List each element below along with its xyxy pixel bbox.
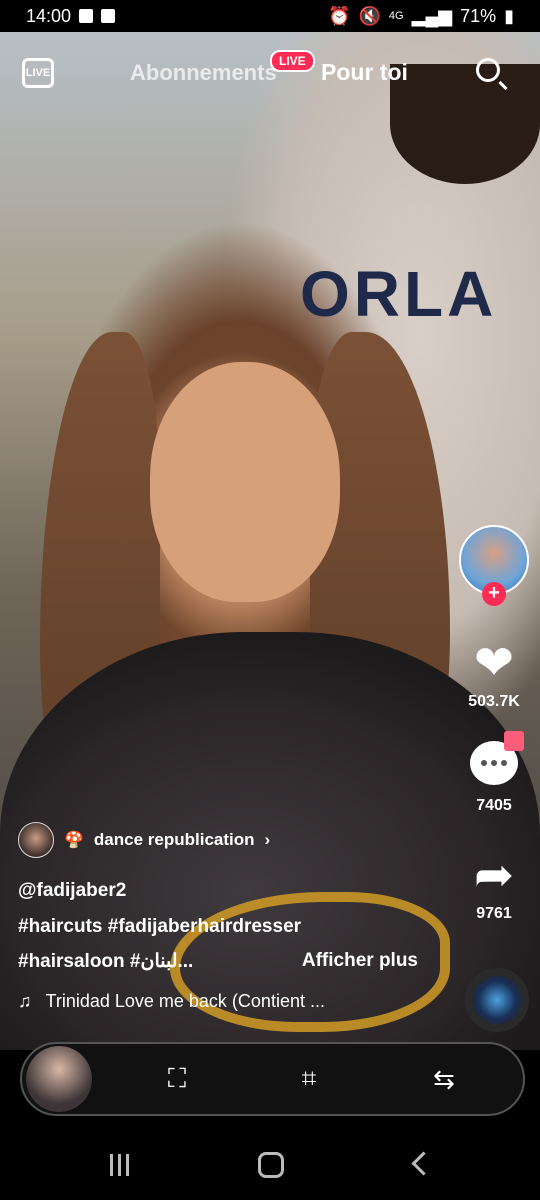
like-action[interactable]: ❤ 503.7K (468, 639, 520, 711)
sound-avatar (18, 822, 54, 858)
share-icon[interactable]: ⇆ (427, 1062, 461, 1096)
hashtags-line2-text[interactable]: #hairsaloon #لبنان... (18, 950, 193, 973)
video-caption: 🍄 dance republication › @fadijaber2 #hai… (18, 822, 438, 1012)
share-arrow-icon[interactable]: ➦ (474, 851, 514, 901)
share-count: 9761 (476, 905, 512, 922)
music-title: Trinidad Love me back (Contient ... (45, 991, 325, 1011)
signal-icon: ▂▄▆ (411, 5, 453, 26)
gallery-icon (79, 9, 94, 23)
battery-label: 71% (460, 5, 497, 26)
live-tv-button[interactable]: LIVE (22, 58, 54, 88)
status-time: 14:00 (26, 5, 72, 26)
live-tv-label: LIVE (25, 67, 51, 79)
creator-avatar[interactable]: + (459, 525, 529, 606)
status-bar: 14:00 ⏰ 🔇 4G ▂▄▆ 71% ▮ (0, 0, 540, 32)
bottom-action-bar: ⛶ ⌗ ⇆ (20, 1042, 525, 1116)
recent-apps-button[interactable] (110, 1154, 134, 1176)
comment-icon[interactable] (470, 731, 524, 785)
hashtags-line1[interactable]: #haircuts #fadijaberhairdresser (18, 916, 438, 938)
tab-for-you[interactable]: Pour toi (321, 59, 408, 86)
system-navbar (0, 1120, 540, 1200)
heart-icon[interactable]: ❤ (474, 639, 514, 689)
hashtags-line2: #hairsaloon #لبنان... Afficher plus (18, 950, 418, 973)
shirt-print: ORLA (300, 258, 498, 330)
video-thumbnail[interactable] (26, 1046, 92, 1112)
network-label: 4G (388, 10, 404, 22)
music-disc[interactable] (465, 968, 529, 1032)
like-count: 503.7K (468, 693, 520, 710)
username[interactable]: @fadijaber2 (18, 880, 438, 902)
music-row[interactable]: ♫ Trinidad Love me back (Contient ... (18, 991, 438, 1012)
mute-icon: 🔇 (358, 5, 381, 26)
action-rail: + ❤ 503.7K 7405 ➦ 9761 (458, 525, 530, 923)
comment-action[interactable]: 7405 (470, 731, 524, 815)
live-badge: LIVE (270, 50, 315, 72)
tab-following[interactable]: Abonnements (130, 60, 277, 86)
search-icon[interactable] (476, 58, 500, 82)
gift-icon[interactable] (504, 731, 524, 751)
scan-icon[interactable]: ⛶ (160, 1062, 194, 1096)
home-button[interactable] (258, 1152, 284, 1178)
girl-face (150, 362, 340, 602)
sound-name: dance republication (93, 830, 255, 849)
crop-edit-icon[interactable]: ⌗ (292, 1062, 326, 1096)
back-button[interactable] (411, 1151, 436, 1176)
top-navigation: LIVE Abonnements LIVE Pour toi (0, 32, 540, 112)
battery-icon: ▮ (504, 5, 514, 26)
music-note-icon: ♫ (18, 991, 32, 1011)
sound-link[interactable]: 🍄 dance republication › (18, 822, 438, 858)
checkbox-icon (101, 9, 116, 23)
share-action[interactable]: ➦ 9761 (474, 851, 514, 923)
mushroom-icon: 🍄 (64, 832, 84, 849)
comment-count: 7405 (476, 797, 512, 814)
follow-plus-icon[interactable]: + (482, 582, 506, 606)
alarm-icon: ⏰ (328, 5, 351, 26)
see-more-link[interactable]: Afficher plus (302, 950, 418, 973)
chevron-right-icon: › (264, 830, 271, 849)
